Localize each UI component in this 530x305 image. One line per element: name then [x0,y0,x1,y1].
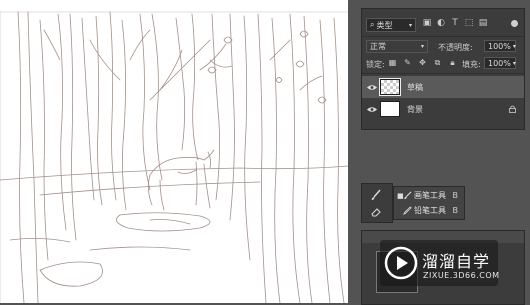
lock-icon [509,105,516,113]
brush-tool-icon[interactable] [370,189,382,201]
search-icon: ⌕ [370,20,375,29]
shortcut-key: B [452,206,459,215]
chevron-down-icon: ▾ [420,43,424,50]
layer-name[interactable]: 背景 [407,104,423,115]
visibility-eye-icon[interactable] [367,82,377,92]
lock-label: 锁定: [366,60,385,69]
type-filter-icon[interactable]: T [450,18,460,28]
smart-object-filter-icon[interactable]: ▤ [478,18,488,28]
watermark: 溜溜自学 ZIXUE.3D66.COM [380,240,500,286]
flyout-item-label: 画笔工具 [414,191,446,200]
opacity-input[interactable]: 100% ▾ [484,40,516,52]
layer-row-background[interactable]: 背景 [362,98,524,120]
lock-transparent-icon[interactable]: ▦ [388,58,397,67]
fill-value: 100% [488,58,511,68]
visibility-eye-icon[interactable] [367,104,377,114]
lock-artboard-icon[interactable]: ⧉ [433,58,442,67]
play-logo-icon [384,246,418,280]
divider [362,36,524,37]
chevron-down-icon: ▾ [512,59,516,67]
flyout-item-pencil[interactable]: 铅笔工具 B [396,204,462,217]
document-canvas[interactable] [0,0,348,303]
chevron-down-icon: ▾ [512,42,516,50]
layer-name[interactable]: 草稿 [407,82,423,93]
flyout-item-brush[interactable]: ■ 画笔工具 B [396,189,462,202]
layers-panel: ⌕ 类型 ▾ ▣ ◐ T ⬚ ▤ 正常 ▾ 不透明度: 100% ▾ 锁定: ▦… [361,8,525,130]
layer-thumbnail [379,78,401,96]
layer-thumbnail [380,101,400,117]
brush-icon [404,191,412,200]
filter-toggle-icon[interactable] [511,20,518,27]
opacity-label: 不透明度: [438,43,473,52]
divider [362,73,524,74]
opacity-value: 100% [488,41,511,51]
pixel-filter-icon[interactable]: ▣ [422,18,432,28]
tool-strip [361,183,393,223]
panel-gutter [348,0,360,303]
kind-filter-label: 类型 [376,20,393,30]
lock-options: ▦ ✎ ✥ ⧉ 🔒︎ [388,58,457,68]
shortcut-key: B [452,191,459,200]
tool-flyout-menu: ■ 画笔工具 B 铅笔工具 B [393,186,465,220]
watermark-title: 溜溜自学 [422,252,491,271]
layer-filter-icons: ▣ ◐ T ⬚ ▤ [422,18,488,28]
eraser-tool-icon[interactable] [370,206,382,218]
sketch-drawing [0,11,348,303]
blend-mode-select[interactable]: 正常 ▾ [366,40,428,53]
shape-filter-icon[interactable]: ⬚ [464,18,474,28]
blend-mode-value: 正常 [370,42,386,51]
pencil-icon [403,206,412,215]
lock-all-icon[interactable]: 🔒︎ [448,58,457,67]
flyout-item-label: 铅笔工具 [414,206,446,215]
fill-input[interactable]: 100% ▾ [484,57,516,69]
layer-kind-filter[interactable]: ⌕ 类型 ▾ [366,18,416,32]
layer-row-draft[interactable]: 草稿 [362,76,524,98]
adjustment-filter-icon[interactable]: ◐ [436,18,446,28]
watermark-subtitle: ZIXUE.3D66.COM [423,271,500,280]
fill-label: 填充: [462,60,481,69]
lock-position-icon[interactable]: ✥ [418,58,427,67]
lock-pixels-icon[interactable]: ✎ [403,58,412,67]
chevron-down-icon: ▾ [408,21,412,29]
